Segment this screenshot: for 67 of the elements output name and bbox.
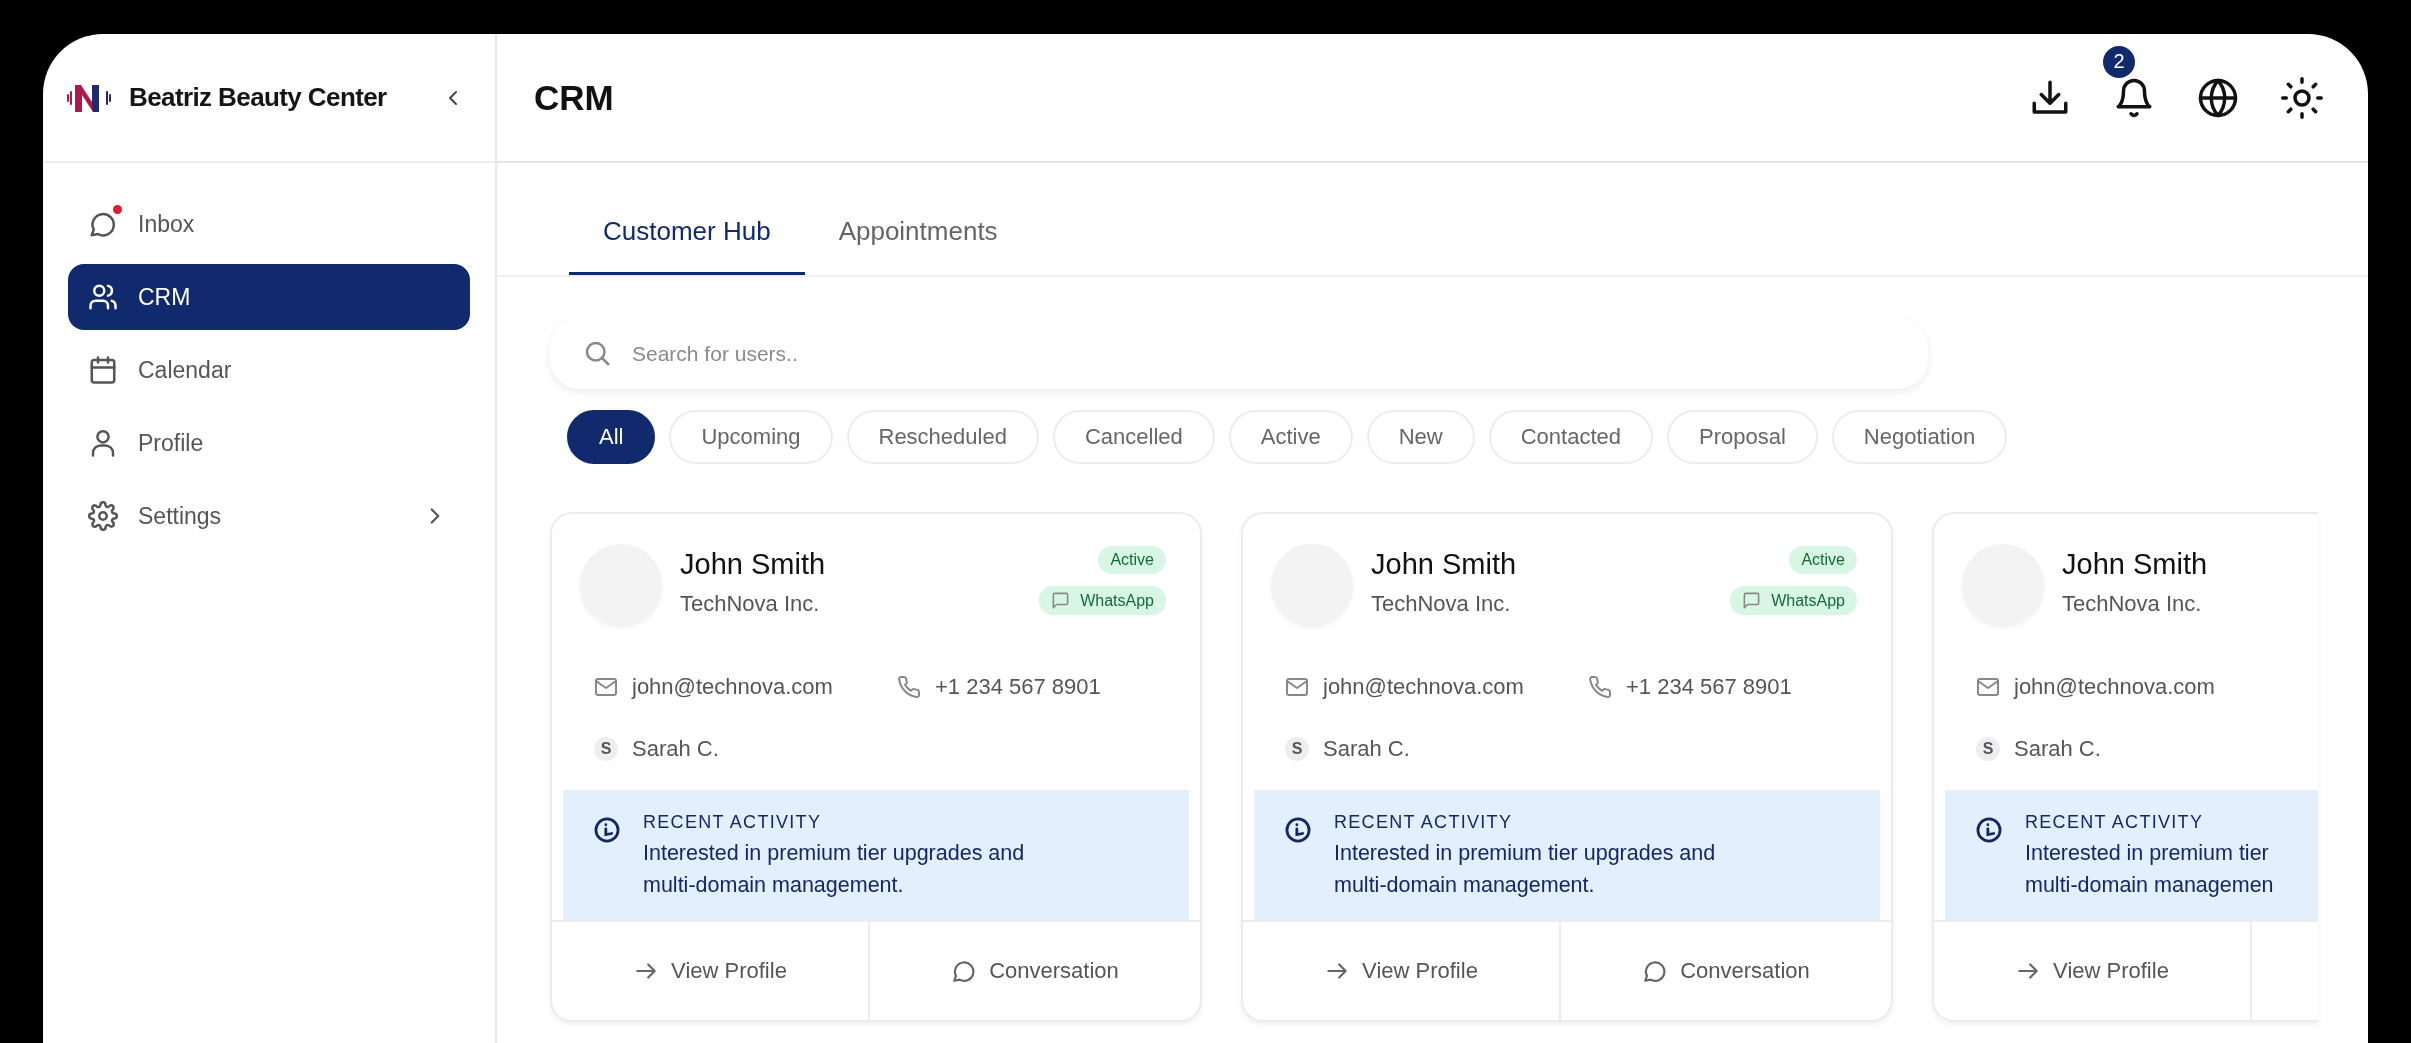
owner-name: Sarah C. <box>1323 736 1410 762</box>
customer-name: John Smith <box>1371 548 1517 581</box>
brand-name: Beatriz Beauty Center <box>129 82 387 113</box>
activity-icon <box>1284 816 1312 844</box>
owner-name: Sarah C. <box>2014 736 2101 762</box>
nav-item[interactable]: Settings <box>68 483 470 549</box>
owner-initial: S <box>1976 737 2000 761</box>
nav-item[interactable]: Profile <box>68 410 470 476</box>
phone-icon <box>897 675 921 699</box>
tab[interactable]: Appointments <box>804 205 1032 275</box>
activity-icon <box>1975 816 2003 844</box>
message-icon <box>1742 591 1762 610</box>
theme-toggle-button[interactable] <box>2281 76 2323 119</box>
filter-chip[interactable]: Upcoming <box>669 410 833 464</box>
filter-chip[interactable]: Rescheduled <box>846 410 1039 464</box>
view-profile-button[interactable]: View Profile <box>1243 922 1559 1020</box>
activity-text: Interested in premium tier multi-domain managemen <box>2025 840 2274 899</box>
channel-badge: WhatsApp <box>1039 586 1166 615</box>
email-text: john@technova.com <box>632 674 833 700</box>
nav-item[interactable]: Calendar <box>68 337 470 403</box>
activity-label: RECENT ACTIVITY <box>2025 812 2205 833</box>
conversation-button[interactable]: Conversation <box>868 922 1200 1020</box>
view-profile-button[interactable]: View Profile <box>552 922 868 1020</box>
activity-label: RECENT ACTIVITY <box>643 812 823 833</box>
notification-count: 2 <box>2103 45 2135 78</box>
phone-text: +1 234 567 8901 <box>1626 674 1792 700</box>
gear-icon <box>88 501 118 531</box>
conversation-button[interactable]: Conversation <box>1559 922 1891 1020</box>
activity-icon <box>593 816 621 844</box>
filter-chip[interactable]: All <box>567 410 656 464</box>
owner-initial: S <box>1285 737 1309 761</box>
filter-chip[interactable]: New <box>1366 410 1475 464</box>
owner-name: Sarah C. <box>632 736 719 762</box>
mail-icon <box>1976 675 2000 699</box>
activity-text: Interested in premium tier upgrades and multi-domain management. <box>643 840 1025 899</box>
email-text: john@technova.com <box>2014 674 2215 700</box>
owner-initial: S <box>594 737 618 761</box>
message-icon <box>1051 591 1071 610</box>
filter-chip[interactable]: Negotiation <box>1831 410 2008 464</box>
status-badge: Active <box>1789 546 1857 574</box>
phone-text: +1 234 567 8901 <box>935 674 1101 700</box>
company-name: TechNova Inc. <box>680 591 821 617</box>
status-badge: Active <box>1098 546 1166 574</box>
filter-chip[interactable]: Proposal <box>1667 410 1818 464</box>
phone-icon <box>1588 675 1612 699</box>
customer-name: John Smith <box>680 548 826 581</box>
activity-text: Interested in premium tier upgrades and multi-domain management. <box>1334 840 1716 899</box>
channel-badge: WhatsApp <box>1730 586 1857 615</box>
company-name: TechNova Inc. <box>1371 591 1512 617</box>
activity-label: RECENT ACTIVITY <box>1334 812 1514 833</box>
email-text: john@technova.com <box>1323 674 1524 700</box>
filter-chip[interactable]: Contacted <box>1488 410 1653 464</box>
nav-item[interactable]: CRM <box>68 264 470 330</box>
mail-icon <box>1285 675 1309 699</box>
people-icon <box>88 282 118 312</box>
tab[interactable]: Customer Hub <box>569 205 805 275</box>
page-title: CRM <box>534 77 614 118</box>
calendar-icon <box>88 355 118 385</box>
language-button[interactable] <box>2197 76 2239 119</box>
filter-chip[interactable]: Active <box>1228 410 1353 464</box>
mail-icon <box>594 675 618 699</box>
customer-name: John Smith <box>2062 548 2208 581</box>
company-name: TechNova Inc. <box>2062 591 2203 617</box>
view-profile-button[interactable]: View Profile <box>1934 922 2250 1020</box>
filter-chip[interactable]: Cancelled <box>1052 410 1215 464</box>
nav-item[interactable]: Inbox <box>68 191 470 257</box>
search-field[interactable]: Search for users.. <box>550 318 1928 389</box>
